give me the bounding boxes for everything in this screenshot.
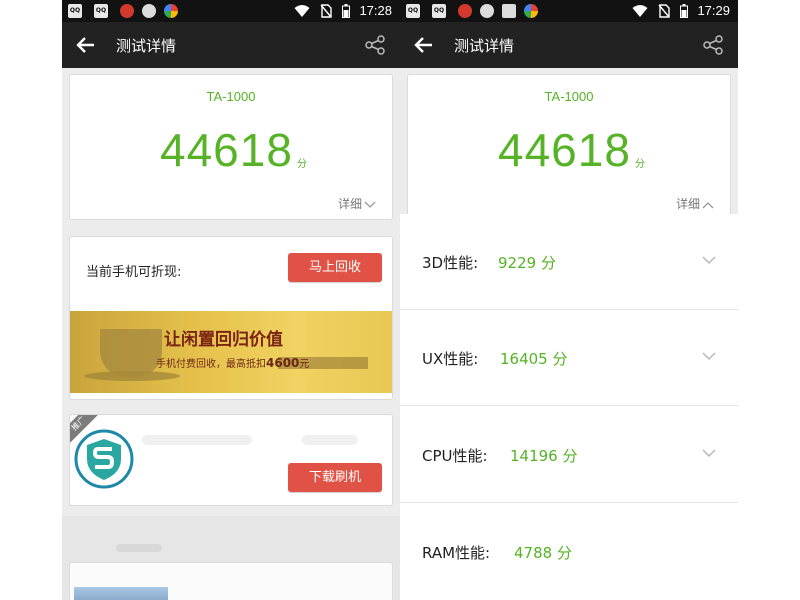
perf-value: 4788 分 bbox=[514, 544, 572, 562]
banner-title: 让闲置回归价值 bbox=[164, 330, 283, 350]
perf-value: 9229 分 bbox=[498, 254, 556, 272]
app-header: 测试详情 bbox=[62, 22, 400, 68]
thumbnail-image[interactable] bbox=[74, 587, 168, 600]
phone-screen-right: QQ QQ 17:29 测试详情 TA-1000 44618 分 详细 3D性能… bbox=[400, 0, 738, 600]
status-time: 17:28 bbox=[359, 3, 392, 18]
perf-item-ux[interactable]: UX性能: 16405 分 bbox=[400, 310, 738, 406]
page-title: 测试详情 bbox=[116, 37, 177, 55]
download-flash-button[interactable]: 下载刷机 bbox=[288, 463, 382, 492]
back-arrow-icon[interactable] bbox=[74, 33, 98, 57]
chevron-down-icon bbox=[702, 256, 716, 264]
qq-notification-icon: QQ bbox=[432, 4, 446, 18]
detail-toggle[interactable]: 详细 bbox=[676, 195, 714, 212]
back-arrow-icon[interactable] bbox=[412, 33, 436, 57]
blurred-text bbox=[116, 544, 162, 552]
score-card: TA-1000 44618 分 详细 bbox=[69, 74, 393, 220]
banner-subtitle: 手机付费回收，最高抵扣4600元 bbox=[156, 355, 309, 370]
wifi-icon bbox=[294, 5, 310, 17]
total-score: 44618 bbox=[160, 124, 293, 176]
chevron-up-icon bbox=[702, 201, 714, 208]
app-notification-icon bbox=[480, 4, 494, 18]
recycle-label: 当前手机可折现: bbox=[86, 265, 182, 280]
qq-notification-icon: QQ bbox=[94, 4, 108, 18]
perf-label: CPU性能: bbox=[422, 447, 488, 465]
coffee-cup-decoration bbox=[100, 329, 162, 377]
colorful-app-icon bbox=[524, 4, 538, 18]
wifi-icon bbox=[632, 5, 648, 17]
detail-label: 详细 bbox=[675, 197, 700, 211]
perf-item-ram[interactable]: RAM性能: 4788 分 bbox=[400, 504, 738, 600]
total-score: 44618 bbox=[498, 124, 631, 176]
chevron-down-icon bbox=[702, 449, 716, 457]
page-title: 测试详情 bbox=[454, 37, 515, 55]
performance-list: 3D性能: 9229 分 UX性能: 16405 分 CPU性能: 14196 … bbox=[400, 214, 738, 600]
perf-value: 16405 分 bbox=[500, 350, 568, 368]
colorful-app-icon bbox=[164, 4, 178, 18]
battery-icon bbox=[342, 4, 350, 18]
huawei-notification-icon bbox=[120, 4, 134, 18]
no-sim-icon bbox=[658, 4, 670, 18]
chevron-down-icon bbox=[364, 201, 376, 208]
recycle-card: 当前手机可折现: 马上回收 让闲置回归价值 手机付费回收，最高抵扣4600元 bbox=[69, 236, 393, 400]
perf-item-3d[interactable]: 3D性能: 9229 分 bbox=[400, 214, 738, 310]
device-model: TA-1000 bbox=[206, 89, 256, 104]
perf-value: 14196 分 bbox=[510, 447, 578, 465]
no-sim-icon bbox=[320, 4, 332, 18]
device-model: TA-1000 bbox=[544, 89, 594, 104]
banner-subtitle-suffix: 元 bbox=[299, 359, 310, 370]
status-bar: QQ QQ 17:29 bbox=[400, 0, 738, 22]
huawei-notification-icon bbox=[458, 4, 472, 18]
share-icon[interactable] bbox=[702, 34, 724, 56]
score-unit: 分 bbox=[297, 159, 307, 170]
app-shield-logo-icon[interactable] bbox=[74, 429, 134, 489]
qq-notification-icon: QQ bbox=[406, 4, 420, 18]
share-icon[interactable] bbox=[364, 34, 386, 56]
app-header: 测试详情 bbox=[400, 22, 738, 68]
banner-amount: 4600 bbox=[266, 356, 300, 370]
qq-notification-icon: QQ bbox=[68, 4, 82, 18]
blurred-app-size bbox=[302, 435, 358, 445]
chevron-down-icon bbox=[702, 352, 716, 360]
promo-card: 推广 下载刷机 bbox=[69, 414, 393, 506]
perf-label: RAM性能: bbox=[422, 544, 491, 562]
recycle-banner[interactable]: 让闲置回归价值 手机付费回收，最高抵扣4600元 bbox=[70, 311, 392, 393]
perf-label: UX性能: bbox=[422, 350, 479, 368]
detail-label: 详细 bbox=[337, 197, 362, 211]
status-time: 17:29 bbox=[697, 3, 730, 18]
recycle-now-button[interactable]: 马上回收 bbox=[288, 253, 382, 282]
detail-toggle[interactable]: 详细 bbox=[338, 195, 376, 212]
perf-item-cpu[interactable]: CPU性能: 14196 分 bbox=[400, 407, 738, 503]
next-card bbox=[69, 562, 393, 600]
perf-label: 3D性能: bbox=[422, 254, 479, 272]
score-unit: 分 bbox=[635, 159, 645, 170]
banner-subtitle-prefix: 手机付费回收，最高抵扣 bbox=[156, 359, 266, 370]
status-bar: QQ QQ 17:28 bbox=[62, 0, 400, 22]
score-card: TA-1000 44618 分 详细 bbox=[407, 74, 731, 234]
blurred-app-name bbox=[142, 435, 252, 445]
app-notification-icon bbox=[142, 4, 156, 18]
image-notification-icon bbox=[502, 4, 516, 18]
battery-icon bbox=[680, 4, 688, 18]
phone-screen-left: QQ QQ 17:28 测试详情 TA-1000 44618 分 详细 当前手机… bbox=[62, 0, 400, 600]
